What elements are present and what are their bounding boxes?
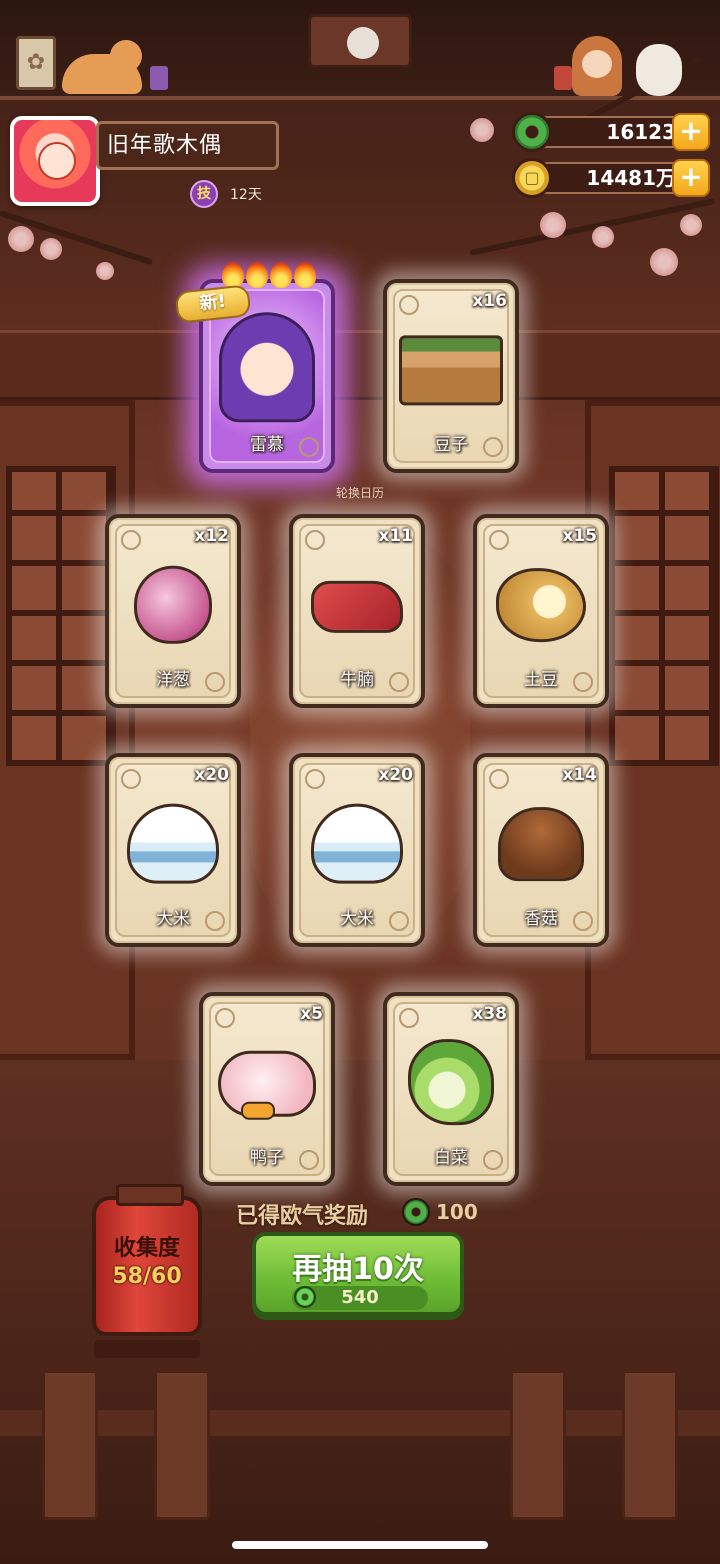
jade-icon [294, 1286, 316, 1308]
hanging-scroll-icon[interactable]: ✿ [16, 36, 56, 90]
cabbage-icon [408, 1039, 494, 1126]
card-item[interactable]: x20 大米 [105, 753, 241, 947]
card-count: x14 [562, 765, 597, 785]
card-item[interactable]: x12 洋葱 [105, 514, 241, 708]
jade-icon [402, 1198, 430, 1226]
coin-currency: 14481万 ▢ + [512, 158, 712, 198]
top-banner-scroll[interactable] [308, 14, 412, 68]
flame-icon [270, 262, 292, 288]
blossom [470, 118, 494, 142]
collection-lantern[interactable]: 收集度 58/60 [92, 1184, 202, 1358]
card-label: 大米 [156, 909, 190, 929]
card-label: 雷慕 [250, 435, 284, 455]
fence-rail [0, 1410, 720, 1436]
card-label: 鸭子 [250, 1148, 284, 1168]
blossom [40, 238, 62, 260]
beef-icon [311, 580, 403, 633]
sleeping-cat-decoration [62, 40, 142, 94]
cup-decoration [150, 66, 168, 90]
blossom [8, 226, 34, 252]
mushroom-icon [498, 807, 584, 882]
card-label: 土豆 [524, 670, 558, 690]
card-label: 香菇 [524, 909, 558, 929]
collection-label: 收集度 [113, 1236, 180, 1261]
player-name: 旧年歌木偶 [96, 121, 279, 170]
blossom [650, 248, 678, 276]
blossom [96, 262, 114, 280]
onion-icon [134, 565, 212, 644]
card-label: 白菜 [434, 1148, 468, 1168]
card-item[interactable]: x20 大米 [289, 753, 425, 947]
bonus-text: 已得欧气奖励 [236, 1204, 369, 1229]
draw-again-button[interactable]: 再抽10次 540 [252, 1232, 464, 1316]
card-item[interactable]: x38 白菜 [383, 992, 519, 1186]
card-item[interactable]: x16 豆子 [383, 279, 519, 473]
card-label: 洋葱 [156, 670, 190, 690]
jade-currency: 16123 + [512, 112, 712, 152]
bonus-value: 100 [436, 1200, 478, 1224]
collection-value: 58/60 [112, 1264, 182, 1289]
card-count: x16 [472, 291, 507, 311]
jade-icon [512, 112, 552, 152]
blossom-branch [469, 198, 716, 256]
blossom [592, 226, 614, 248]
card-count: x20 [194, 765, 229, 785]
add-coin-button[interactable]: + [672, 159, 710, 197]
add-jade-button[interactable]: + [672, 113, 710, 151]
card-count: x5 [300, 1004, 323, 1024]
card-item[interactable]: x15 土豆 [473, 514, 609, 708]
flame-icon [294, 262, 316, 288]
fence-post [622, 1370, 678, 1520]
card-count: x38 [472, 1004, 507, 1024]
npc-girl[interactable] [572, 36, 622, 96]
fence-post [42, 1370, 98, 1520]
cup-decoration [554, 66, 572, 90]
card-count: x15 [562, 526, 597, 546]
card-count: x12 [194, 526, 229, 546]
character-portrait [219, 312, 315, 423]
blossom [680, 214, 702, 236]
fence-post [510, 1370, 566, 1520]
fence-post [154, 1370, 210, 1520]
card-label: 豆子 [434, 435, 468, 455]
card-count: x11 [378, 526, 413, 546]
card-label: 大米 [340, 909, 374, 929]
npc-cat[interactable] [636, 44, 682, 96]
card-item[interactable]: x14 香菇 [473, 753, 609, 947]
days-counter: 12天 [230, 187, 262, 203]
wall-panel [0, 330, 720, 400]
card-count: x20 [378, 765, 413, 785]
skill-badge-icon[interactable]: 技 [190, 180, 218, 208]
star-flames [222, 262, 322, 288]
player-avatar[interactable] [10, 116, 100, 206]
coin-amount: 14481万 [532, 162, 688, 194]
flame-icon [246, 262, 268, 288]
card-item[interactable]: x5 鸭子 [199, 992, 335, 1186]
bean-box-icon [399, 335, 503, 406]
calendar-label: 轮换日历 [335, 486, 384, 500]
potato-icon [496, 568, 586, 643]
home-indicator[interactable] [232, 1541, 488, 1549]
card-label: 牛腩 [340, 670, 374, 690]
duck-icon [218, 1050, 316, 1120]
jade-amount: 16123 [532, 116, 688, 148]
draw-again-label: 再抽10次 [292, 1252, 424, 1287]
flame-icon [222, 262, 244, 288]
coin-icon: ▢ [512, 158, 552, 198]
blossom [540, 212, 566, 238]
card-item[interactable]: x11 牛腩 [289, 514, 425, 708]
